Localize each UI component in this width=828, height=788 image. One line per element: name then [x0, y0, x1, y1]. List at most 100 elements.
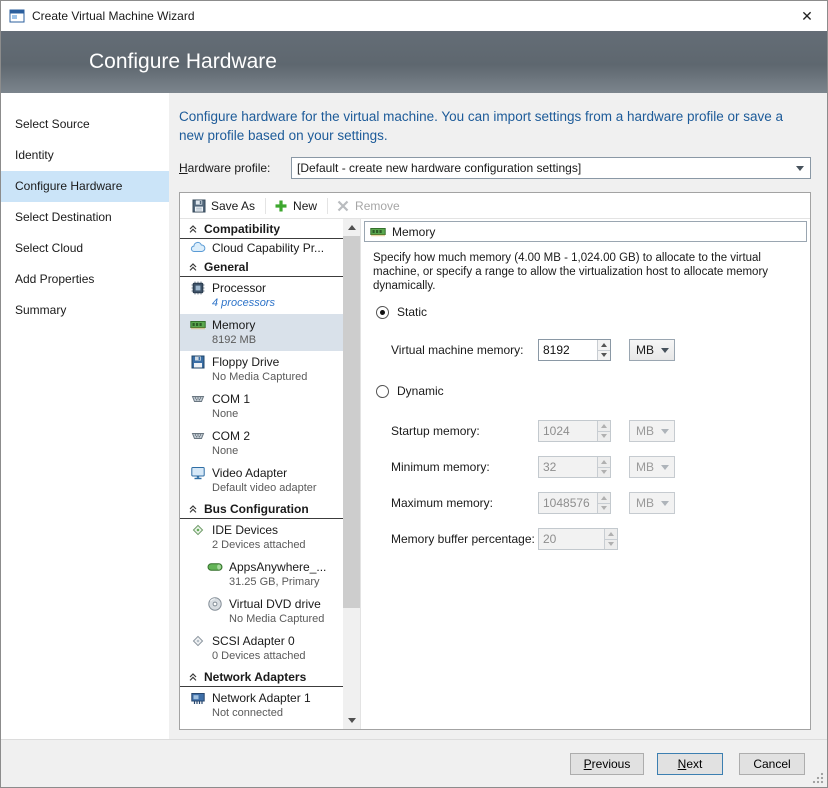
tree-item-ide-devices[interactable]: IDE Devices 2 Devices attached [180, 519, 343, 556]
minimum-memory-input[interactable] [539, 457, 597, 477]
floppy-drive-icon [190, 354, 206, 370]
spin-up-button[interactable] [605, 529, 617, 539]
tree-item-sublabel: None [212, 444, 250, 458]
tree-section-network-adapters[interactable]: Network Adapters [180, 667, 343, 687]
hardware-profile-dropdown[interactable]: [Default - create new hardware configura… [291, 157, 811, 179]
tree-section-label: General [204, 260, 249, 274]
scroll-down-button[interactable] [343, 712, 360, 729]
sidebar-item-identity[interactable]: Identity [1, 140, 169, 171]
close-button[interactable]: ✕ [787, 1, 827, 31]
title-bar: Create Virtual Machine Wizard ✕ [1, 1, 827, 31]
next-button[interactable]: Next [657, 753, 723, 775]
maximum-memory-unit-dropdown[interactable]: MB [629, 492, 675, 514]
tree-item-label: Floppy Drive [212, 355, 307, 370]
unit-value: MB [636, 424, 654, 438]
scroll-up-button[interactable] [343, 219, 360, 236]
tree-section-bus-configuration[interactable]: Bus Configuration [180, 499, 343, 519]
spin-up-button[interactable] [598, 421, 610, 431]
minimum-memory-unit-dropdown[interactable]: MB [629, 456, 675, 478]
startup-memory-row: Startup memory: MB [391, 420, 675, 442]
sidebar-item-summary[interactable]: Summary [1, 295, 169, 326]
vm-memory-input[interactable] [539, 340, 597, 360]
tree-item-com1[interactable]: COM 1 None [180, 388, 343, 425]
scrollbar-track[interactable] [343, 236, 360, 712]
tree-item-label: COM 2 [212, 429, 250, 444]
save-icon [191, 198, 207, 214]
new-label: New [293, 199, 317, 213]
tree-section-fibre-channel[interactable]: Fibre Channel Adapters [180, 724, 343, 729]
static-radio-row: Static [376, 305, 427, 319]
sidebar-item-select-destination[interactable]: Select Destination [1, 202, 169, 233]
sidebar-item-configure-hardware[interactable]: Configure Hardware [1, 171, 169, 202]
tree-scrollbar [343, 219, 360, 729]
tree-item-memory[interactable]: Memory 8192 MB [180, 314, 343, 351]
memory-buffer-label: Memory buffer percentage: [391, 532, 538, 546]
tree-item-label: Cloud Capability Pr... [212, 241, 324, 256]
arrow-up-icon [601, 460, 607, 464]
arrow-down-icon [601, 353, 607, 357]
sidebar-item-add-properties[interactable]: Add Properties [1, 264, 169, 295]
chevron-down-icon [661, 501, 669, 506]
tree-item-com2[interactable]: COM 2 None [180, 425, 343, 462]
arrow-down-icon [348, 718, 356, 723]
arrow-up-icon [608, 532, 614, 536]
remove-button[interactable]: Remove [330, 196, 408, 216]
scsi-adapter-icon [190, 633, 206, 649]
vm-memory-spinbox [538, 339, 611, 361]
resize-grip[interactable] [811, 771, 824, 784]
spin-down-button[interactable] [605, 539, 617, 550]
tree-item-sublabel: None [212, 407, 250, 421]
maximum-memory-input[interactable] [539, 493, 597, 513]
tree-item-sublabel: No Media Captured [212, 370, 307, 384]
dynamic-radio-label: Dynamic [397, 384, 444, 398]
hardware-profile-value: [Default - create new hardware configura… [292, 161, 790, 175]
scrollbar-thumb[interactable] [343, 236, 360, 608]
dynamic-radio[interactable] [376, 385, 389, 398]
tree-item-label: Video Adapter [212, 466, 317, 481]
tree-section-compatibility[interactable]: Compatibility [180, 219, 343, 239]
tree-item-floppy-drive[interactable]: Floppy Drive No Media Captured [180, 351, 343, 388]
remove-x-icon [335, 198, 351, 214]
profile-toolbar: Save As New Remove [180, 193, 810, 219]
tree-item-processor[interactable]: Processor 4 processors [180, 277, 343, 314]
tree-item-sublabel: No Media Captured [229, 612, 324, 626]
tree-item-hard-disk[interactable]: AppsAnywhere_... 31.25 GB, Primary [180, 556, 343, 593]
spin-down-button[interactable] [598, 350, 610, 361]
toolbar-separator [265, 198, 266, 214]
static-radio[interactable] [376, 306, 389, 319]
arrow-up-icon [601, 424, 607, 428]
vm-memory-unit-dropdown[interactable]: MB [629, 339, 675, 361]
tree-item-virtual-dvd-drive[interactable]: Virtual DVD drive No Media Captured [180, 593, 343, 630]
maximum-memory-spinbox [538, 492, 611, 514]
collapse-icon [187, 502, 199, 516]
spin-down-button[interactable] [598, 431, 610, 442]
spin-down-button[interactable] [598, 467, 610, 478]
cloud-icon [190, 240, 206, 256]
tree-item-scsi-adapter[interactable]: SCSI Adapter 0 0 Devices attached [180, 630, 343, 667]
spin-up-button[interactable] [598, 340, 610, 350]
tree-item-network-adapter-1[interactable]: Network Adapter 1 Not connected [180, 687, 343, 724]
wizard-footer: Previous Next Cancel [1, 739, 827, 787]
tree-item-cloud-capability[interactable]: Cloud Capability Pr... [180, 239, 343, 257]
save-as-label: Save As [211, 199, 255, 213]
startup-memory-unit-dropdown[interactable]: MB [629, 420, 675, 442]
panel-description: Specify how much memory (4.00 MB - 1,024… [373, 251, 773, 293]
sidebar-item-select-source[interactable]: Select Source [1, 109, 169, 140]
cancel-button[interactable]: Cancel [739, 753, 805, 775]
spin-up-button[interactable] [598, 493, 610, 503]
new-button[interactable]: New [268, 196, 325, 216]
memory-buffer-input[interactable] [539, 529, 604, 549]
save-as-button[interactable]: Save As [186, 196, 263, 216]
startup-memory-input[interactable] [539, 421, 597, 441]
page-description: Configure hardware for the virtual machi… [179, 107, 804, 145]
tree-section-general[interactable]: General [180, 257, 343, 277]
dynamic-radio-row: Dynamic [376, 384, 444, 398]
tree-item-video-adapter[interactable]: Video Adapter Default video adapter [180, 462, 343, 499]
spin-up-button[interactable] [598, 457, 610, 467]
sidebar-item-select-cloud[interactable]: Select Cloud [1, 233, 169, 264]
remove-label: Remove [355, 199, 400, 213]
previous-button[interactable]: Previous [570, 753, 644, 775]
collapse-icon [187, 222, 199, 236]
spin-down-button[interactable] [598, 503, 610, 514]
unit-value: MB [636, 343, 654, 357]
